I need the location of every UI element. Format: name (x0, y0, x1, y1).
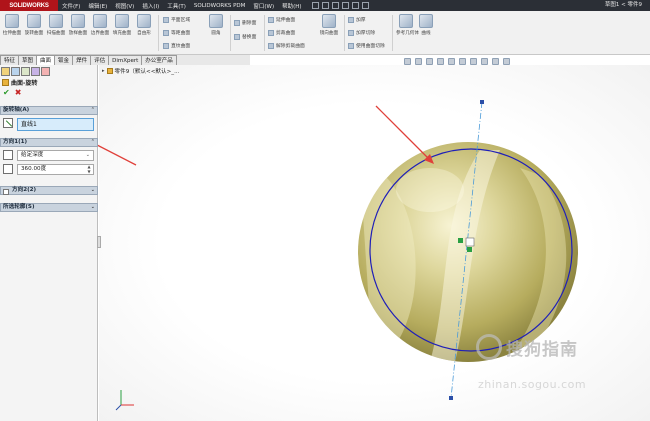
direction1-section-header[interactable]: 方向1(1) ⌃ (0, 138, 98, 147)
dropdown-arrow-icon: ⌄ (85, 152, 90, 158)
dimxpert-manager-tab-icon[interactable] (31, 67, 40, 76)
panel-resize-handle[interactable] (97, 236, 101, 248)
collapse-chevron-icon[interactable]: ⌃ (91, 139, 97, 146)
configuration-manager-tab-icon[interactable] (21, 67, 30, 76)
watermark: 搜狗指南 (476, 334, 578, 360)
coordinate-triad (115, 390, 134, 411)
angle-input[interactable]: 360.00度 ▲ ▼ (17, 164, 94, 175)
spinner-arrows-icon[interactable]: ▲ ▼ (86, 164, 92, 174)
axis-line-icon (3, 118, 13, 128)
angle-value: 360.00度 (21, 166, 47, 172)
reverse-direction-icon[interactable] (3, 150, 13, 160)
expand-chevron-icon[interactable]: ⌄ (91, 187, 97, 194)
collapse-chevron-icon[interactable]: ⌃ (91, 107, 97, 114)
display-manager-tab-icon[interactable] (41, 67, 50, 76)
section-title: 所选轮廓(S) (3, 204, 35, 210)
axis-selection-field[interactable]: 直线1 (17, 118, 94, 131)
specular-highlight (396, 168, 464, 212)
ok-cancel-buttons: ✔ ✖ (3, 88, 21, 97)
feature-title: 曲面-旋转 (2, 78, 38, 87)
feature-title-text: 曲面-旋转 (11, 80, 38, 87)
section-title: 旋转轴(A) (3, 107, 30, 113)
relation-icon (467, 247, 472, 252)
selected-contours-section-header[interactable]: 所选轮廓(S) ⌄ (0, 203, 98, 212)
triad-z-axis (115, 404, 122, 411)
watermark-text: 搜狗指南 (506, 339, 578, 360)
sogou-logo-icon (476, 334, 502, 360)
axis-of-revolution-section-header[interactable]: 旋转轴(A) ⌃ (0, 106, 98, 115)
relation-icon (458, 238, 463, 243)
property-manager-tab-icon[interactable] (11, 67, 20, 76)
annotation-arrow-sphere (375, 105, 434, 164)
arrow-shaft (375, 105, 429, 159)
watermark-url: zhinan.sogou.com (478, 378, 587, 391)
axis-endpoint-top[interactable] (480, 100, 484, 104)
end-condition-select[interactable]: 给定深度 ⌄ (17, 150, 94, 161)
direction2-checkbox[interactable] (3, 189, 9, 195)
revolve-surface-feature-icon (2, 79, 9, 86)
axis-endpoint-bottom[interactable] (449, 396, 453, 400)
center-point (465, 237, 475, 247)
end-condition-value: 给定深度 (21, 152, 44, 158)
section-title: 方向1(1) (3, 139, 28, 145)
angle-icon (3, 164, 13, 174)
cancel-x-icon[interactable]: ✖ (15, 88, 22, 97)
feature-manager-tab-icon[interactable] (1, 67, 10, 76)
ok-check-icon[interactable]: ✔ (3, 88, 10, 97)
panel-tabs (1, 67, 50, 76)
expand-chevron-icon[interactable]: ⌄ (91, 204, 97, 211)
direction2-section-header[interactable]: 方向2(2) ⌄ (0, 186, 98, 195)
